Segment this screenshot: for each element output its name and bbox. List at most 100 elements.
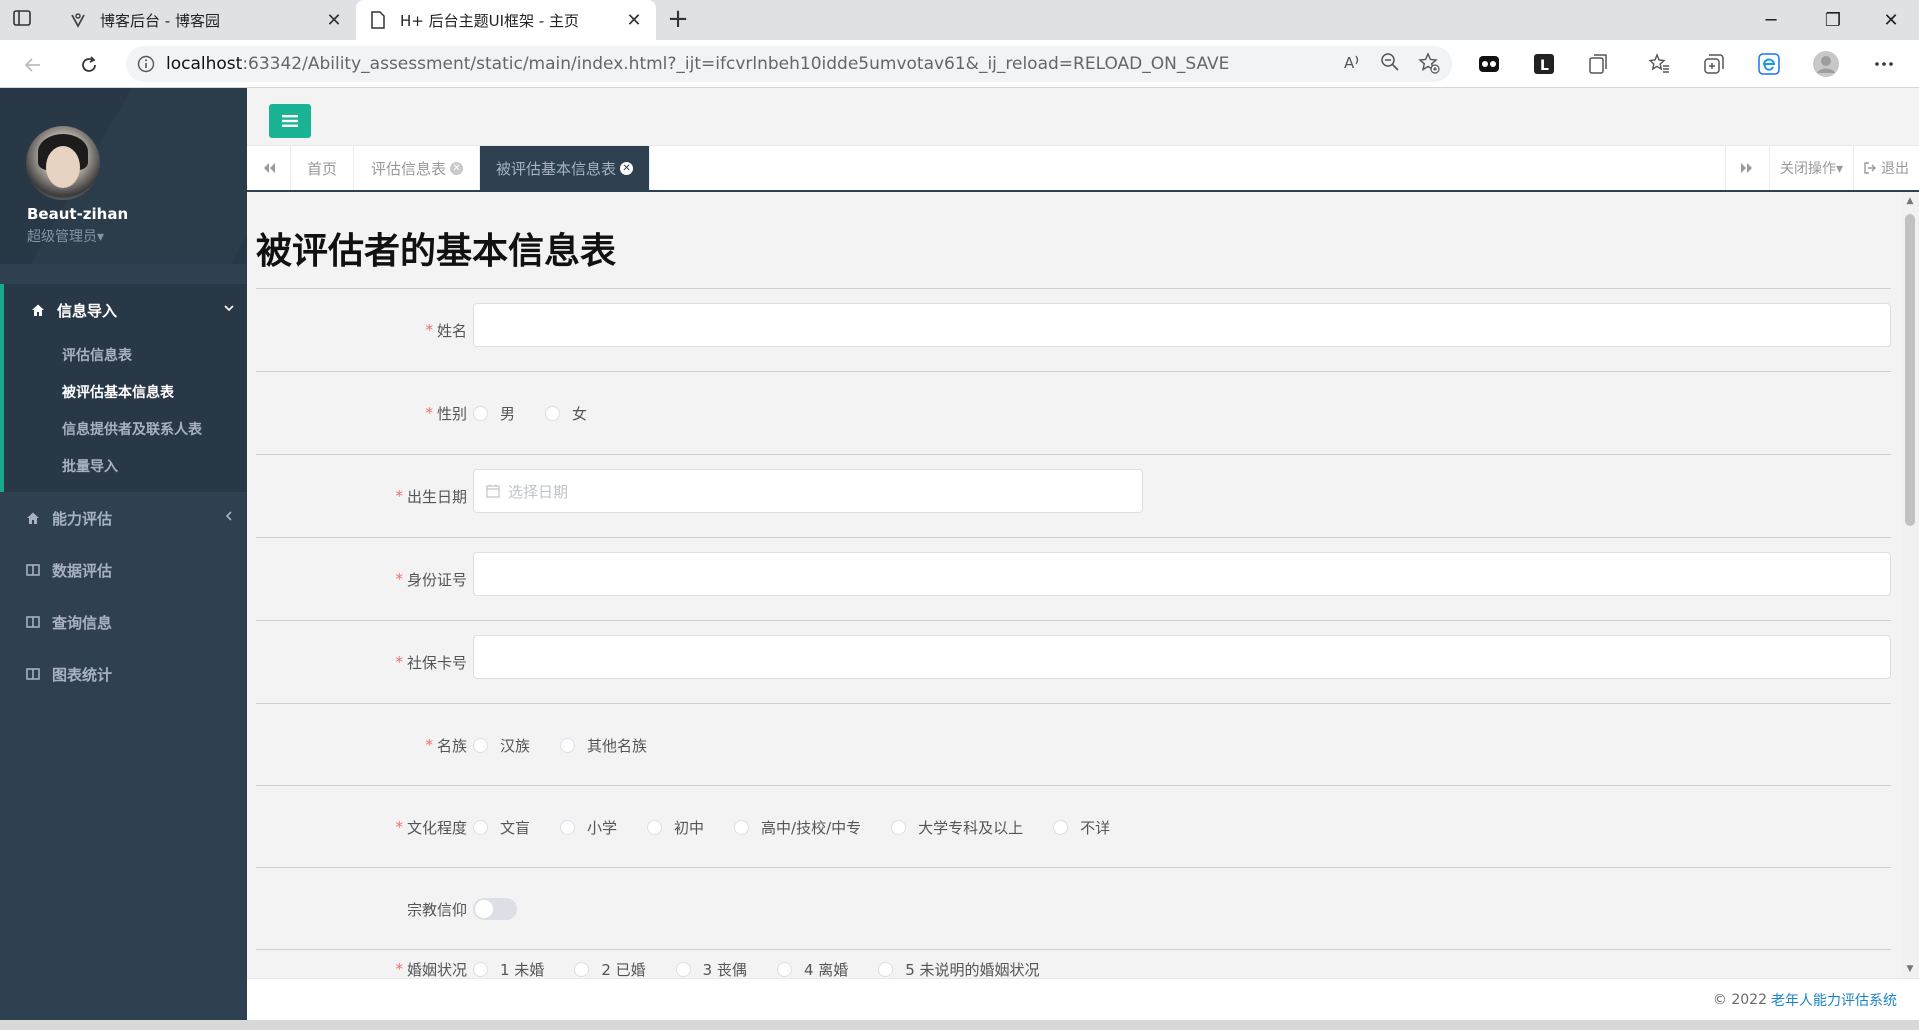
- radio-circle[interactable]: [891, 819, 907, 835]
- browser-tab-blog[interactable]: 博客后台 - 博客园 ✕: [56, 0, 356, 40]
- sidebar-item-data-assessment[interactable]: 数据评估: [0, 544, 247, 596]
- profile-role-dropdown[interactable]: 超级管理员▾: [27, 226, 104, 246]
- radio-circle[interactable]: [647, 819, 663, 835]
- add-favorite-icon[interactable]: [1418, 52, 1440, 74]
- copyright-text: © 2022: [1712, 991, 1767, 1008]
- sidebar-item-ability-assessment[interactable]: 能力评估: [0, 492, 247, 544]
- sidebar-subitem-informant-contacts[interactable]: 信息提供者及联系人表: [4, 410, 247, 447]
- tab-basic-info[interactable]: 被评估基本信息表 ✕: [480, 146, 651, 190]
- radio-circle[interactable]: [675, 961, 691, 977]
- radio-circle[interactable]: [734, 819, 750, 835]
- radio-han[interactable]: 汉族: [473, 735, 530, 756]
- favorites-icon[interactable]: [1645, 50, 1673, 78]
- edge-extension-icon[interactable]: [1755, 50, 1783, 78]
- sidebar-subitem-batch-import[interactable]: 批量导入: [4, 447, 247, 484]
- radio-label: 其他名族: [587, 736, 648, 755]
- radio-circle[interactable]: [574, 961, 590, 977]
- radio-circle[interactable]: [473, 819, 488, 835]
- radio-circle[interactable]: [776, 961, 792, 977]
- radio-label: 不详: [1080, 818, 1111, 837]
- tab-label: H+ 后台主题UI框架 - 主页: [400, 11, 579, 30]
- date-placeholder: 选择日期: [508, 482, 569, 501]
- close-icon[interactable]: ✕: [450, 161, 464, 175]
- profile-avatar-icon[interactable]: [1812, 50, 1840, 78]
- radio-unmarried[interactable]: 1 未婚: [473, 959, 544, 978]
- radio-junior-high[interactable]: 初中: [647, 817, 704, 838]
- radio-divorced[interactable]: 4 离婚: [776, 959, 848, 978]
- tab-assessment-info[interactable]: 评估信息表 ✕: [355, 146, 481, 190]
- sidebar-item-query-info[interactable]: 查询信息: [0, 596, 247, 648]
- scroll-down-icon[interactable]: ▼: [1905, 964, 1915, 974]
- radio-circle[interactable]: [545, 405, 561, 421]
- url-field[interactable]: localhost:63342/Ability_assessment/stati…: [126, 46, 1452, 82]
- avatar[interactable]: [26, 126, 100, 200]
- radio-widowed[interactable]: 3 丧偶: [675, 959, 747, 978]
- radio-circle[interactable]: [878, 961, 894, 977]
- field-gender: * 性别 男 女: [256, 372, 1891, 454]
- extension-doc-icon[interactable]: [1584, 50, 1612, 78]
- back-button[interactable]: [16, 48, 50, 82]
- browser-tab-hplus[interactable]: H+ 后台主题UI框架 - 主页 ✕: [356, 0, 656, 40]
- sidebar-item-chart-stats[interactable]: 图表统计: [0, 648, 247, 700]
- tab-close-button[interactable]: ✕: [624, 10, 644, 31]
- radio-other-ethnicity[interactable]: 其他名族: [560, 735, 647, 756]
- radio-circle[interactable]: [560, 737, 576, 753]
- radio-circle[interactable]: [473, 961, 488, 977]
- more-menu-icon[interactable]: [1870, 50, 1898, 78]
- form-scrollbar[interactable]: ▲ ▼: [1901, 192, 1919, 978]
- reload-button[interactable]: [72, 48, 106, 82]
- collections-icon[interactable]: [1700, 50, 1728, 78]
- zoom-out-icon[interactable]: [1380, 52, 1400, 72]
- radio-circle[interactable]: [473, 405, 488, 421]
- site-info-icon[interactable]: [126, 55, 166, 73]
- birthdate-picker[interactable]: 选择日期: [473, 469, 1143, 513]
- radio-male[interactable]: 男: [473, 403, 515, 424]
- id-number-input[interactable]: [473, 552, 1891, 596]
- required-mark: *: [395, 653, 403, 671]
- tabs-scroll-left-button[interactable]: [247, 146, 291, 190]
- label-text: 社保卡号: [406, 653, 467, 672]
- field-label: * 名族: [425, 704, 467, 786]
- svg-text:L: L: [1540, 58, 1549, 74]
- radio-circle[interactable]: [560, 819, 576, 835]
- social-card-input[interactable]: [473, 635, 1891, 679]
- radio-college[interactable]: 大学专科及以上: [891, 817, 1023, 838]
- extension-l-icon[interactable]: L: [1530, 50, 1558, 78]
- radio-circle[interactable]: [473, 737, 488, 753]
- sidebar-subitem-assessment-info[interactable]: 评估信息表: [4, 336, 247, 373]
- maximize-button[interactable]: ❐: [1805, 0, 1861, 40]
- radio-illiterate[interactable]: 文盲: [473, 817, 530, 838]
- scroll-up-icon[interactable]: ▲: [1905, 196, 1915, 206]
- close-operations-dropdown[interactable]: 关闭操作▾: [1768, 146, 1853, 190]
- extension-icon[interactable]: [1475, 50, 1503, 78]
- radio-unknown[interactable]: 不详: [1053, 817, 1110, 838]
- radio-primary[interactable]: 小学: [560, 817, 617, 838]
- tab-home[interactable]: 首页: [291, 146, 355, 190]
- content-header: [247, 88, 1919, 146]
- tab-close-button[interactable]: ✕: [324, 10, 344, 31]
- religion-toggle[interactable]: [473, 898, 517, 920]
- radio-unspecified[interactable]: 5 未说明的婚姻状况: [878, 959, 1040, 978]
- tabs-scroll-right-button[interactable]: [1724, 146, 1769, 190]
- new-tab-button[interactable]: +: [664, 6, 692, 34]
- radio-circle[interactable]: [1053, 819, 1069, 835]
- tab-actions-button[interactable]: [12, 8, 42, 32]
- label-text: 婚姻状况: [406, 960, 467, 979]
- minimize-button[interactable]: ─: [1743, 0, 1799, 40]
- sidebar-subitem-basic-info[interactable]: 被评估基本信息表: [4, 373, 247, 410]
- scrollbar-thumb[interactable]: [1905, 214, 1915, 526]
- read-aloud-icon[interactable]: A: [1342, 52, 1362, 72]
- logout-button[interactable]: 退出: [1853, 146, 1919, 190]
- radio-married[interactable]: 2 已婚: [574, 959, 646, 978]
- close-icon[interactable]: ✕: [620, 161, 634, 175]
- name-input[interactable]: [473, 303, 1891, 347]
- system-name-link[interactable]: 老年人能力评估系统: [1771, 990, 1897, 1010]
- url-text: localhost:63342/Ability_assessment/stati…: [166, 54, 1229, 74]
- menu-toggle-button[interactable]: [269, 104, 311, 138]
- radio-high-school[interactable]: 高中/技校/中专: [734, 817, 861, 838]
- sidebar-group-data: 数据评估: [0, 544, 247, 596]
- sidebar-item-info-import[interactable]: 信息导入: [4, 284, 247, 336]
- close-window-button[interactable]: ✕: [1863, 0, 1919, 40]
- radio-label: 女: [572, 404, 588, 423]
- radio-female[interactable]: 女: [545, 403, 587, 424]
